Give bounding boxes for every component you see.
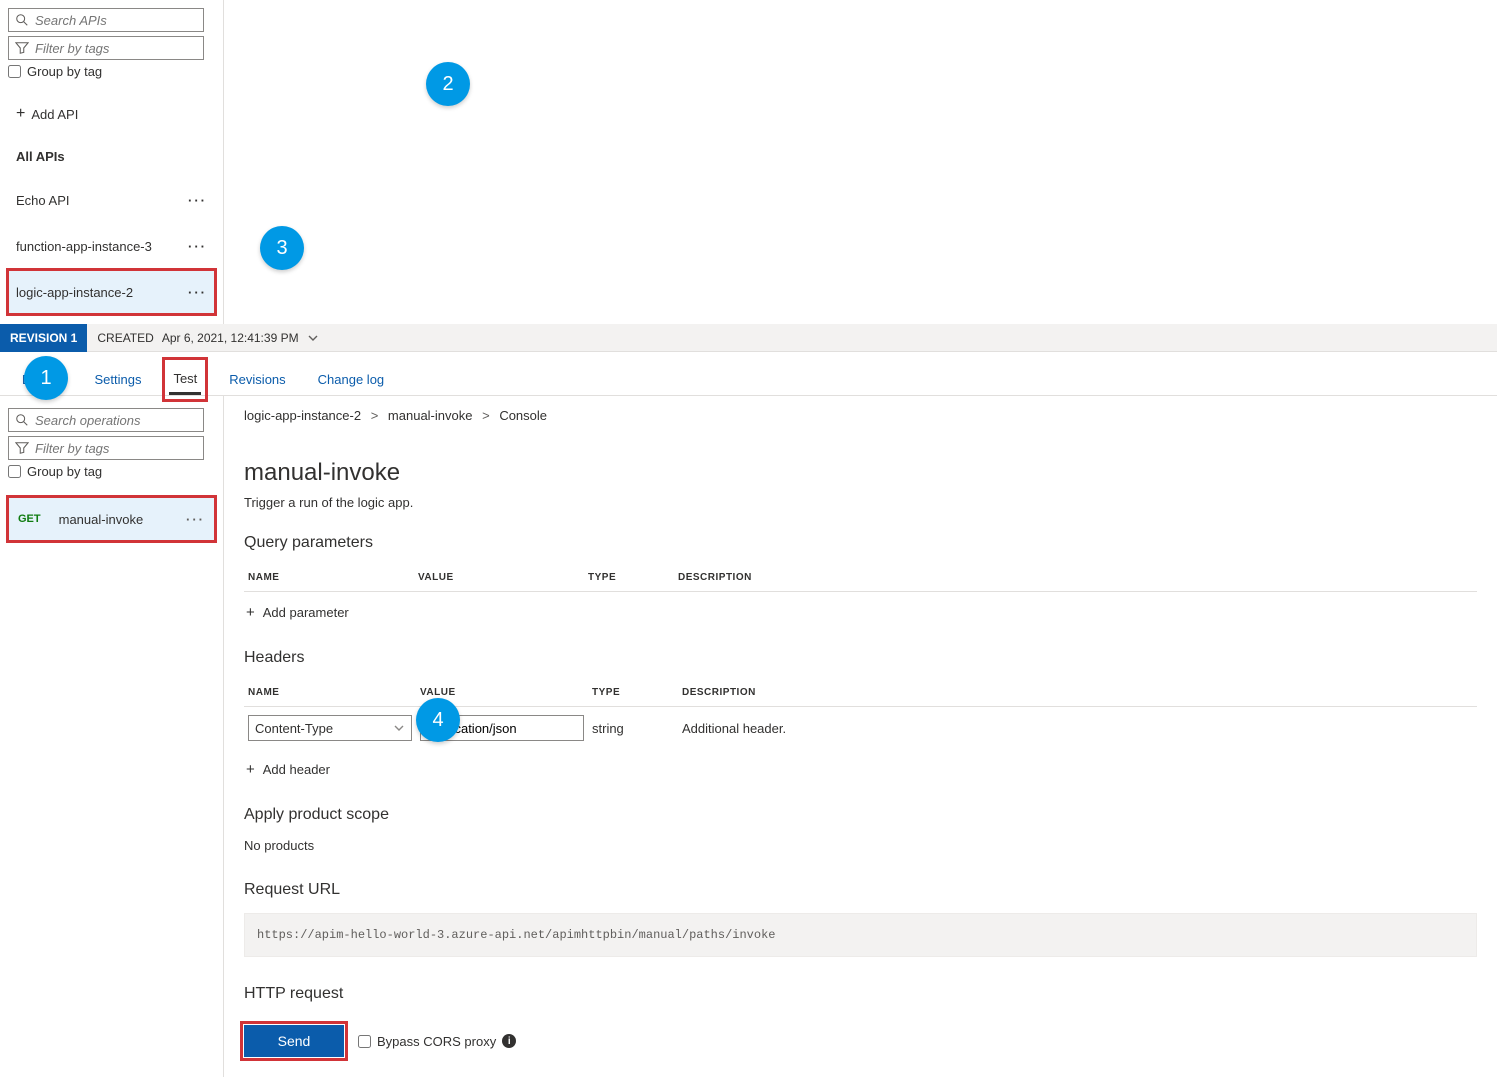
filter-apis-input[interactable] xyxy=(35,41,197,56)
header-value-input[interactable] xyxy=(427,721,577,736)
operation-item-manual-invoke[interactable]: GET manual-invoke ··· xyxy=(8,497,215,541)
chevron-down-icon xyxy=(393,722,405,734)
headers-table: NAME VALUE TYPE DESCRIPTION Content-Type xyxy=(244,681,1477,749)
add-header-label: Add header xyxy=(263,762,330,777)
chevron-down-icon xyxy=(307,332,319,344)
callout-2: 2 xyxy=(426,62,470,106)
header-value-input-box[interactable] xyxy=(420,715,584,741)
send-button[interactable]: Send xyxy=(244,1025,344,1057)
api-item-label: Echo API xyxy=(16,193,69,208)
plus-icon: + xyxy=(246,761,255,778)
breadcrumb-separator: > xyxy=(371,408,379,423)
page-title: manual-invoke xyxy=(244,459,1477,487)
filter-apis-box[interactable] xyxy=(8,36,204,60)
bypass-cors-checkbox[interactable] xyxy=(358,1035,371,1048)
more-icon[interactable]: ··· xyxy=(188,285,207,300)
bypass-cors-option[interactable]: Bypass CORS proxy i xyxy=(358,1034,516,1049)
tab-test[interactable]: Test xyxy=(169,364,201,395)
operations-panel: Group by tag GET manual-invoke ··· xyxy=(0,396,224,1077)
tab-revisions[interactable]: Revisions xyxy=(225,364,289,395)
header-name-select[interactable]: Content-Type xyxy=(248,715,412,741)
search-operations-input[interactable] xyxy=(35,413,197,428)
group-by-tag-ops-checkbox[interactable] xyxy=(8,465,21,478)
breadcrumb-item[interactable]: logic-app-instance-2 xyxy=(244,408,361,423)
operation-description: Trigger a run of the logic app. xyxy=(244,495,1477,510)
content-row: Group by tag GET manual-invoke ··· logic… xyxy=(0,396,1497,1077)
col-name: NAME xyxy=(244,681,416,707)
api-sidebar: Group by tag + Add API All APIs Echo API… xyxy=(0,0,224,324)
no-products-text: No products xyxy=(244,838,1477,853)
callout-3: 3 xyxy=(260,226,304,270)
header-type: string xyxy=(588,707,678,750)
section-query-parameters: Query parameters xyxy=(244,534,1477,552)
header-name-value: Content-Type xyxy=(255,721,333,736)
http-method-badge: GET xyxy=(18,513,41,525)
revision-created-label: CREATED xyxy=(97,331,153,345)
breadcrumb-separator: > xyxy=(482,408,490,423)
main-area: REVISION 1 CREATED Apr 6, 2021, 12:41:39… xyxy=(0,324,1497,1077)
revision-created[interactable]: CREATED Apr 6, 2021, 12:41:39 PM xyxy=(87,331,318,345)
filter-operations-box[interactable] xyxy=(8,436,204,460)
breadcrumb: logic-app-instance-2 > manual-invoke > C… xyxy=(244,408,1477,423)
tab-design[interactable]: Design xyxy=(18,364,66,395)
info-icon[interactable]: i xyxy=(502,1034,516,1048)
filter-operations-input[interactable] xyxy=(35,441,197,456)
tab-settings[interactable]: Settings xyxy=(90,364,145,395)
col-value: VALUE xyxy=(414,566,584,592)
add-parameter-label: Add parameter xyxy=(263,605,349,620)
add-api-button[interactable]: + Add API xyxy=(8,95,215,141)
add-parameter-button[interactable]: + Add parameter xyxy=(244,598,1477,621)
group-by-tag-api[interactable]: Group by tag xyxy=(8,64,215,79)
api-item-label: function-app-instance-3 xyxy=(16,239,152,254)
tab-changelog[interactable]: Change log xyxy=(314,364,389,395)
col-value: VALUE xyxy=(416,681,588,707)
group-by-tag-ops[interactable]: Group by tag xyxy=(8,464,215,479)
add-header-button[interactable]: + Add header xyxy=(244,755,1477,778)
filter-icon xyxy=(15,441,29,455)
send-row: Send Bypass CORS proxy i xyxy=(244,1025,1477,1057)
revision-bar: REVISION 1 CREATED Apr 6, 2021, 12:41:39… xyxy=(0,324,1497,352)
search-icon xyxy=(15,413,29,427)
search-apis-box[interactable] xyxy=(8,8,204,32)
breadcrumb-item[interactable]: manual-invoke xyxy=(388,408,473,423)
section-http-request: HTTP request xyxy=(244,985,1477,1003)
query-params-table: NAME VALUE TYPE DESCRIPTION xyxy=(244,566,1477,592)
col-type: TYPE xyxy=(584,566,674,592)
more-icon[interactable]: ··· xyxy=(186,512,205,527)
api-item-echo[interactable]: Echo API ··· xyxy=(8,178,215,222)
bypass-cors-label: Bypass CORS proxy xyxy=(377,1034,496,1049)
more-icon[interactable]: ··· xyxy=(188,193,207,208)
header-description: Additional header. xyxy=(678,707,1477,750)
api-item-function-app[interactable]: function-app-instance-3 ··· xyxy=(8,224,215,268)
col-description: DESCRIPTION xyxy=(678,681,1477,707)
more-icon[interactable]: ··· xyxy=(188,239,207,254)
group-by-tag-api-label: Group by tag xyxy=(27,64,102,79)
filter-icon xyxy=(15,41,29,55)
col-description: DESCRIPTION xyxy=(674,566,1477,592)
request-url-box: https://apim-hello-world-3.azure-api.net… xyxy=(244,913,1477,957)
operation-name: manual-invoke xyxy=(59,512,144,527)
plus-icon: + xyxy=(16,105,25,123)
api-item-logic-app[interactable]: logic-app-instance-2 ··· xyxy=(8,270,215,314)
revision-tag[interactable]: REVISION 1 xyxy=(0,324,87,352)
group-by-tag-ops-label: Group by tag xyxy=(27,464,102,479)
col-name: NAME xyxy=(244,566,414,592)
search-apis-input[interactable] xyxy=(35,13,197,28)
api-item-label: logic-app-instance-2 xyxy=(16,285,133,300)
add-api-label: Add API xyxy=(31,107,78,122)
tab-bar: Design Settings Test Revisions Change lo… xyxy=(0,352,1497,396)
section-request-url: Request URL xyxy=(244,881,1477,899)
revision-created-value: Apr 6, 2021, 12:41:39 PM xyxy=(162,331,299,345)
section-headers: Headers xyxy=(244,649,1477,667)
plus-icon: + xyxy=(246,604,255,621)
detail-panel: logic-app-instance-2 > manual-invoke > C… xyxy=(224,396,1497,1077)
search-operations-box[interactable] xyxy=(8,408,204,432)
header-row: Content-Type string Additional header. xyxy=(244,707,1477,750)
col-type: TYPE xyxy=(588,681,678,707)
all-apis-heading[interactable]: All APIs xyxy=(8,141,215,178)
breadcrumb-item[interactable]: Console xyxy=(499,408,547,423)
section-apply-scope: Apply product scope xyxy=(244,806,1477,824)
group-by-tag-api-checkbox[interactable] xyxy=(8,65,21,78)
search-icon xyxy=(15,13,29,27)
